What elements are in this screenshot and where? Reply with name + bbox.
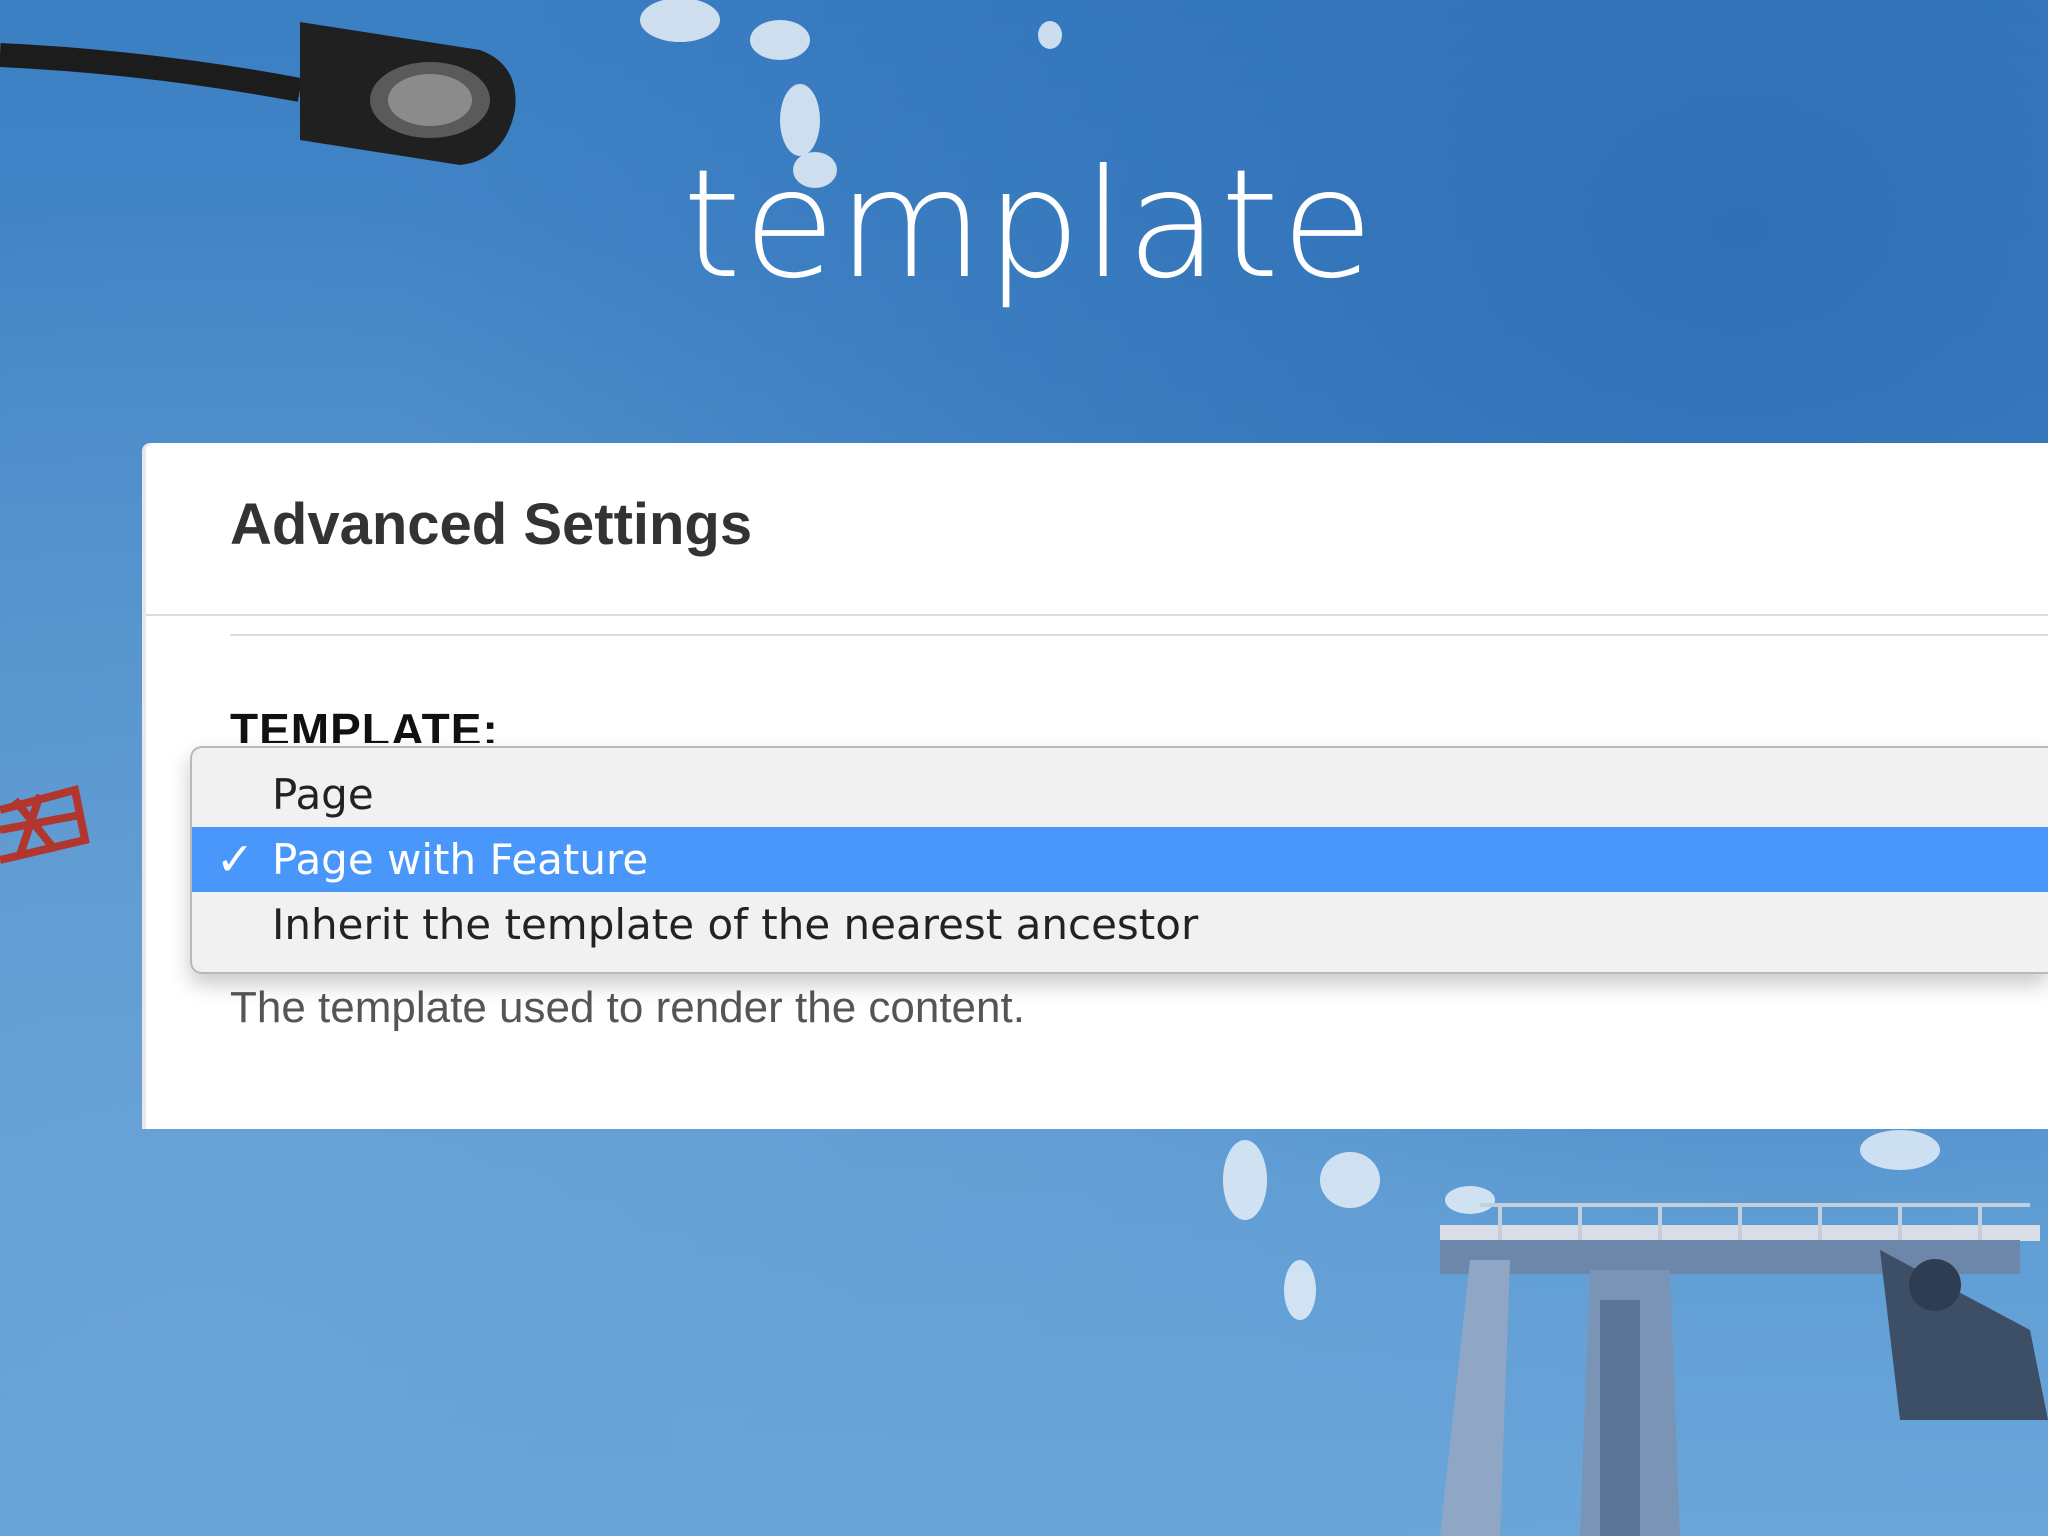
panel-title: Advanced Settings [230,492,753,557]
option-label: Inherit the template of the nearest ance… [272,900,1199,949]
dropdown-option-page[interactable]: Page [192,762,2048,827]
street-lamp-icon [0,22,516,165]
dropdown-option-inherit-template[interactable]: Inherit the template of the nearest ance… [192,892,2048,957]
option-label: Page with Feature [272,835,649,884]
dropdown-option-page-with-feature[interactable]: ✓ Page with Feature [192,827,2048,892]
template-field-label: TEMPLATE: [230,704,499,743]
panel-header: Advanced Settings [146,443,2048,616]
slide-title: template [682,138,1376,312]
divider [230,634,2048,636]
option-label: Page [272,770,374,819]
template-help-text: The template used to render the content. [230,983,1025,1032]
gantry-structure-icon [1440,1203,2048,1536]
checkmark-icon: ✓ [215,832,255,886]
crane-icon [0,785,90,864]
template-dropdown-menu[interactable]: Page ✓ Page with Feature Inherit the tem… [190,746,2048,974]
